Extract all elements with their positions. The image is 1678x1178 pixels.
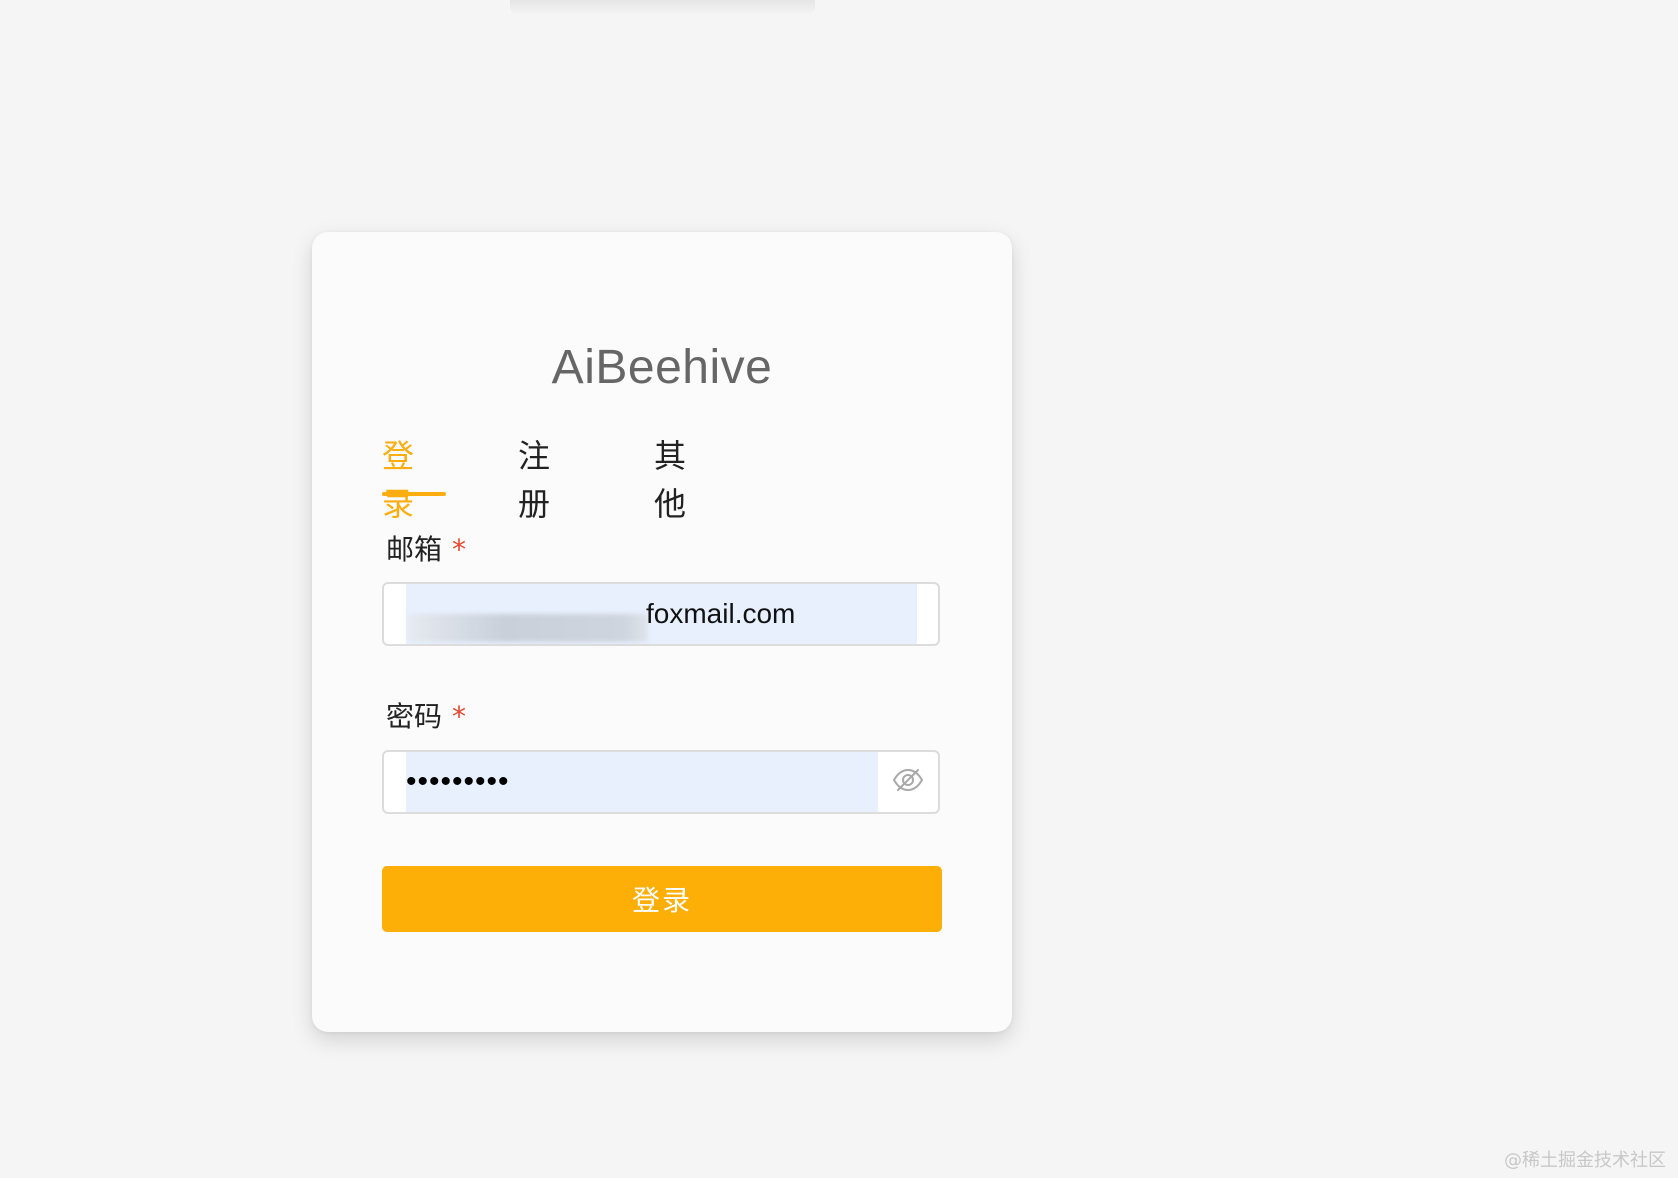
tab-other[interactable]: 其他 (654, 432, 686, 528)
top-shadow-decoration (510, 0, 815, 16)
login-submit-button[interactable]: 登录 (382, 866, 942, 932)
watermark: @稀土掘金技术社区 (1504, 1150, 1666, 1171)
email-redacted-prefix (408, 614, 648, 642)
email-value: foxmail.com (646, 598, 796, 629)
tab-login[interactable]: 登录 (382, 432, 414, 528)
password-value: ••••••••• (406, 765, 510, 798)
password-label: 密码 * (386, 695, 466, 735)
app-title: AiBeehive (551, 341, 773, 394)
password-required-mark: * (452, 700, 467, 733)
email-label-text: 邮箱 (386, 533, 443, 566)
eye-off-icon (892, 766, 924, 799)
toggle-password-visibility-button[interactable] (878, 752, 938, 812)
active-tab-indicator (382, 492, 446, 496)
email-label: 邮箱 * (386, 528, 466, 568)
password-field[interactable]: ••••••••• (382, 750, 940, 814)
email-required-mark: * (452, 533, 467, 566)
tab-register[interactable]: 注册 (518, 432, 550, 528)
password-label-text: 密码 (386, 700, 443, 733)
email-field[interactable]: foxmail.com (382, 582, 940, 646)
login-card: AiBeehive 登录 注册 其他 邮箱 * foxmail.com 密码 * •… (312, 232, 1012, 1032)
